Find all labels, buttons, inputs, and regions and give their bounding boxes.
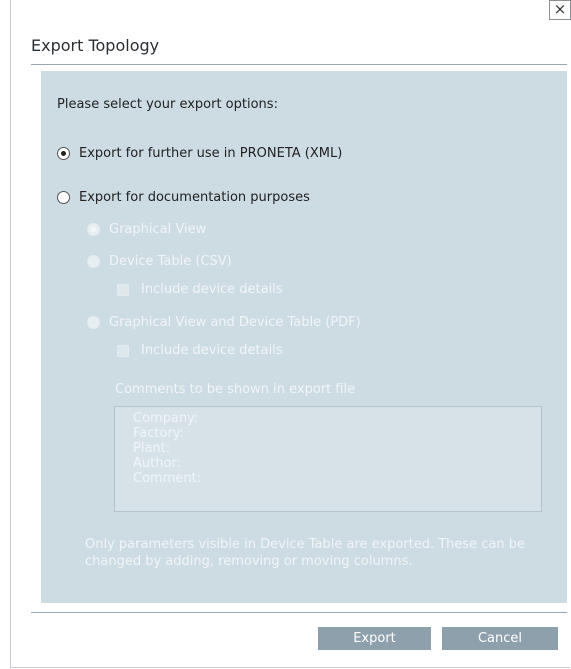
close-icon[interactable]: ×: [549, 0, 571, 20]
checkbox-include-details-csv: Include device details: [117, 282, 283, 297]
radio-label-xml: Export for further use in PRONETA (XML): [79, 146, 343, 161]
radio-option-documentation[interactable]: Export for documentation purposes: [57, 190, 310, 205]
radio-button-graphical-pdf: [87, 316, 100, 329]
radio-option-xml[interactable]: Export for further use in PRONETA (XML): [57, 146, 342, 161]
checkbox-include-details-pdf: Include device details: [117, 343, 283, 358]
radio-label-documentation: Export for documentation purposes: [79, 190, 310, 205]
options-prompt: Please select your export options:: [57, 97, 278, 112]
export-topology-dialog: Export Topology Please select your expor…: [10, 0, 570, 668]
checkbox-box-pdf: [117, 344, 129, 357]
radio-label-graphical-pdf: Graphical View and Device Table (PDF): [109, 315, 361, 330]
footer-divider: [31, 612, 567, 613]
radio-option-graphical-pdf: Graphical View and Device Table (PDF): [87, 315, 361, 330]
comments-textarea: Company: Factory: Plant: Author: Comment…: [114, 406, 542, 512]
dialog-title: Export Topology: [31, 36, 160, 55]
radio-button-xml[interactable]: [57, 147, 70, 160]
comment-line-factory: Factory:: [133, 426, 184, 441]
radio-label-device-table: Device Table (CSV): [109, 254, 232, 269]
export-button[interactable]: Export: [318, 627, 431, 650]
radio-label-graphical-view: Graphical View: [109, 222, 207, 237]
comment-line-company: Company:: [133, 411, 199, 426]
checkbox-label-pdf: Include device details: [141, 343, 283, 358]
radio-option-device-table: Device Table (CSV): [87, 254, 232, 269]
checkbox-label-csv: Include device details: [141, 282, 283, 297]
options-panel: Please select your export options: Expor…: [41, 71, 567, 603]
checkbox-box-csv: [117, 283, 129, 296]
radio-button-documentation[interactable]: [57, 191, 70, 204]
radio-option-graphical-view: Graphical View: [87, 222, 206, 237]
radio-button-device-table: [87, 255, 100, 268]
title-divider: [31, 64, 567, 65]
comment-line-plant: Plant:: [133, 441, 171, 456]
radio-button-graphical-view: [87, 223, 100, 236]
comment-line-author: Author:: [133, 456, 181, 471]
cancel-button[interactable]: Cancel: [442, 627, 558, 650]
export-note: Only parameters visible in Device Table …: [85, 537, 526, 569]
comments-label: Comments to be shown in export file: [115, 382, 356, 397]
comment-line-comment: Comment:: [133, 471, 202, 486]
